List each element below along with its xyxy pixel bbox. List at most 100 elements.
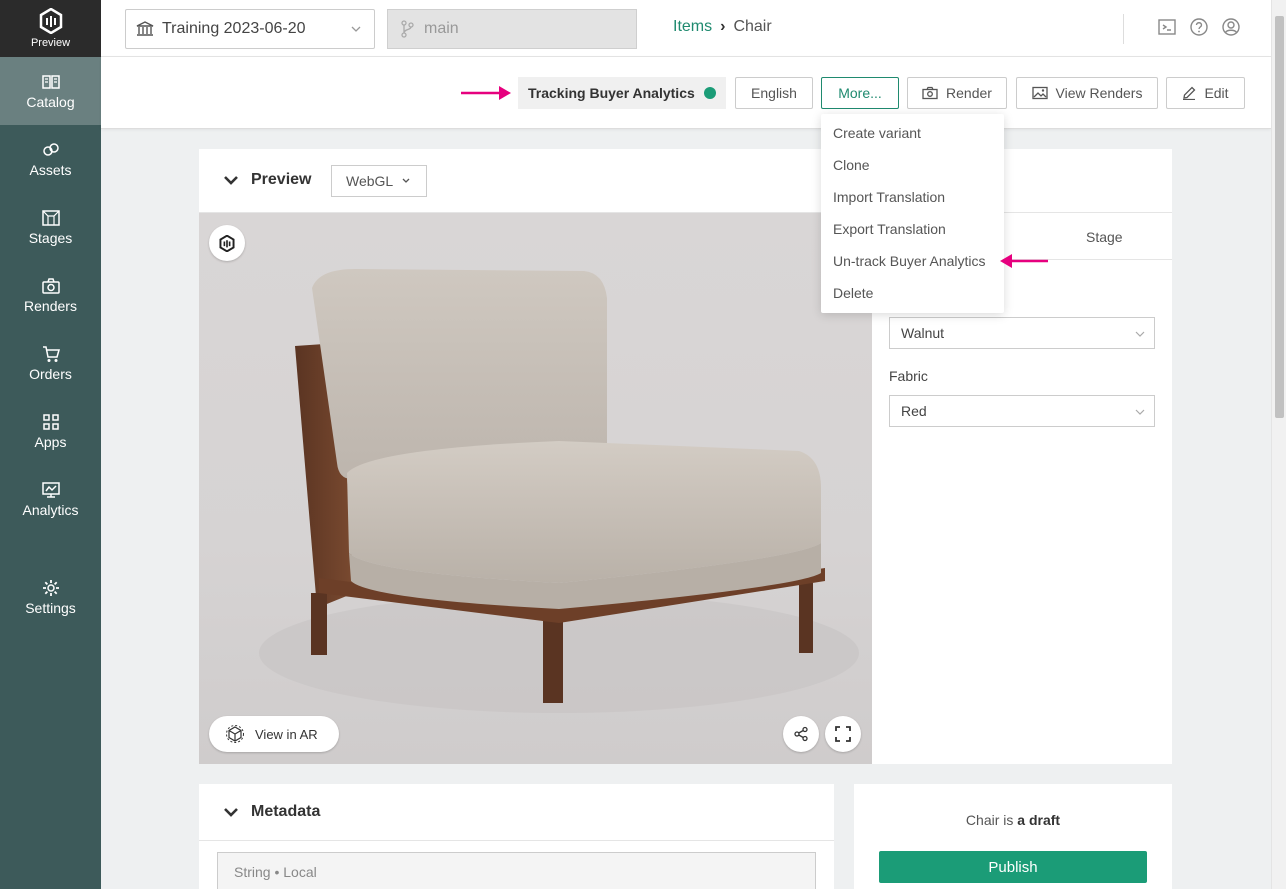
scroll-thumb[interactable] [1275, 16, 1284, 418]
chart-icon [41, 482, 60, 498]
sidebar-item-renders[interactable]: Renders [0, 261, 101, 329]
menu-item-clone[interactable]: Clone [821, 149, 1004, 181]
preview-header: Preview WebGL [199, 149, 1172, 213]
sidebar-item-label: Orders [29, 366, 72, 382]
share-button[interactable] [783, 716, 819, 752]
breadcrumb: Items › Chair [673, 18, 772, 36]
gear-icon [42, 580, 59, 596]
image-icon [1031, 86, 1048, 100]
chevron-down-icon [224, 176, 238, 185]
action-bar: Tracking Buyer Analytics English More...… [101, 57, 1271, 129]
tracking-status-badge: Tracking Buyer Analytics [518, 77, 726, 109]
terminal-icon[interactable] [1157, 17, 1177, 37]
chevron-down-icon [351, 26, 361, 32]
workspace-label: Training 2023-06-20 [162, 20, 306, 37]
chevron-down-icon [224, 808, 238, 817]
wood-value: Walnut [901, 325, 945, 341]
publish-button[interactable]: Publish [879, 851, 1147, 883]
preview-logo[interactable]: Preview [0, 0, 101, 57]
menu-item-delete[interactable]: Delete [821, 277, 1004, 309]
renderer-label: WebGL [346, 173, 394, 189]
view-renders-label: View Renders [1055, 85, 1143, 101]
metadata-card: Metadata String • Local [199, 784, 834, 889]
viewer-logo-button[interactable] [209, 225, 245, 261]
divider [1123, 14, 1124, 44]
more-label: More... [838, 85, 882, 101]
wood-select[interactable]: Walnut [889, 317, 1155, 349]
sidebar-item-catalog[interactable]: Catalog [0, 57, 101, 125]
draft-status: Chair is a draft [854, 812, 1172, 828]
menu-item-export-translation[interactable]: Export Translation [821, 213, 1004, 245]
annotation-arrow-icon [461, 86, 511, 100]
tab-stage[interactable]: Stage [1086, 229, 1123, 245]
sidebar-item-settings[interactable]: Settings [0, 563, 101, 631]
help-icon[interactable] [1189, 17, 1209, 37]
camera-icon [41, 278, 60, 294]
language-label: English [751, 85, 797, 101]
view-in-ar-button[interactable]: View in AR [209, 716, 339, 752]
share-icon [794, 726, 808, 742]
workspace-select[interactable]: Training 2023-06-20 [125, 9, 375, 49]
renderer-select[interactable]: WebGL [331, 165, 427, 197]
breadcrumb-items-link[interactable]: Items [673, 18, 712, 36]
more-button[interactable]: More... [821, 77, 899, 109]
fullscreen-button[interactable] [825, 716, 861, 752]
stage-icon [41, 210, 60, 226]
sidebar-item-orders[interactable]: Orders [0, 329, 101, 397]
draft-status-value: a draft [1017, 812, 1061, 828]
metadata-toggle[interactable]: Metadata [223, 803, 320, 821]
sidebar-item-apps[interactable]: Apps [0, 397, 101, 465]
fabric-select[interactable]: Red [889, 395, 1155, 427]
view-renders-button[interactable]: View Renders [1016, 77, 1158, 109]
metadata-field[interactable]: String • Local [217, 852, 816, 889]
sidebar-item-label: Renders [24, 298, 77, 314]
sidebar-item-assets[interactable]: Assets [0, 125, 101, 193]
top-bar: Training 2023-06-20 main Items › Chair [101, 0, 1271, 57]
preview-title: Preview [251, 171, 312, 188]
sidebar-item-stages[interactable]: Stages [0, 193, 101, 261]
sidebar-item-label: Stages [28, 230, 73, 246]
metadata-title: Metadata [251, 803, 321, 820]
sidebar-item-analytics[interactable]: Analytics [0, 465, 101, 533]
sidebar-item-label: Apps [34, 434, 67, 450]
branch-label: main [424, 20, 459, 37]
tracking-label: Tracking Buyer Analytics [528, 85, 695, 101]
sidebar-item-label: Catalog [26, 94, 75, 110]
user-icon[interactable] [1221, 17, 1241, 37]
chevron-down-icon [1135, 409, 1145, 415]
3d-viewer[interactable]: View in AR [199, 213, 872, 764]
annotation-arrow-icon [1000, 254, 1048, 268]
menu-item-import-translation[interactable]: Import Translation [821, 181, 1004, 213]
book-icon [41, 75, 60, 89]
status-dot-icon [703, 87, 716, 99]
bank-icon [136, 21, 154, 36]
sidebar-item-label: Analytics [22, 502, 79, 518]
preview-toggle[interactable]: Preview [223, 171, 311, 189]
render-label: Render [946, 85, 992, 101]
edit-button[interactable]: Edit [1166, 77, 1245, 109]
ar-cube-icon [226, 725, 244, 743]
render-button[interactable]: Render [907, 77, 1007, 109]
sidebar-item-label: Assets [29, 162, 72, 178]
chair-image [259, 268, 859, 713]
chevron-down-icon [1135, 331, 1145, 337]
logo-icon [219, 234, 235, 252]
branch-icon [401, 20, 414, 38]
metadata-field-placeholder: String • Local [234, 864, 317, 880]
edit-label: Edit [1204, 85, 1229, 101]
preview-card: Preview WebGL View in AR Stage Walnut Fa… [199, 149, 1172, 764]
breadcrumb-current: Chair [733, 18, 772, 35]
fabric-value: Red [901, 403, 927, 419]
chevron-right-icon: › [720, 18, 726, 35]
cart-icon [42, 346, 60, 362]
logo-icon [39, 8, 62, 34]
more-menu: Create variant Clone Import Translation … [821, 114, 1004, 313]
pencil-icon [1183, 86, 1196, 100]
menu-item-create-variant[interactable]: Create variant [821, 117, 1004, 149]
menu-item-untrack-analytics[interactable]: Un-track Buyer Analytics [821, 245, 1004, 277]
sidebar-item-label: Settings [25, 600, 76, 616]
fabric-label: Fabric [889, 368, 928, 384]
language-button[interactable]: English [735, 77, 813, 109]
scrollbar[interactable] [1271, 0, 1286, 889]
sidebar: Preview Catalog Assets Stages Renders Or… [0, 0, 101, 889]
